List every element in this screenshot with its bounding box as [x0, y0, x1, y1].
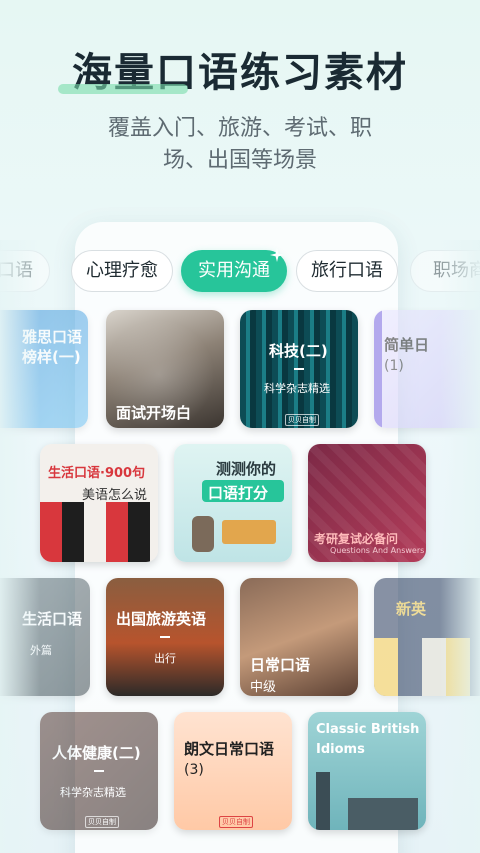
- microphone-icon: [192, 516, 214, 552]
- card-test-your-speaking[interactable]: 测测你的 口语打分: [174, 444, 292, 562]
- material-grid: 雅思口语 榜样(一) 面试开场白 科技(二) 科学杂志精选 贝贝自制 简单日 (…: [0, 0, 480, 853]
- card-interview-opening[interactable]: 面试开场白: [106, 310, 224, 428]
- tower-bridge-icon: [348, 798, 418, 830]
- big-ben-icon: [316, 772, 330, 830]
- card-life-speaking[interactable]: 生活口语 外篇: [0, 578, 90, 696]
- books-icon: [222, 520, 276, 544]
- card-longman-daily-speaking[interactable]: 朗文日常口语 (3) 贝贝自制: [174, 712, 292, 830]
- card-ielts-speaking[interactable]: 雅思口语 榜样(一): [0, 310, 88, 428]
- card-daily-speaking[interactable]: 日常口语 中级: [240, 578, 358, 696]
- card-postgrad-interview[interactable]: 考研复试必备问 Questions And Answers: [308, 444, 426, 562]
- card-daily-speaking-900[interactable]: 生活口语·900句 美语怎么说: [40, 444, 158, 562]
- card-technology-2[interactable]: 科技(二) 科学杂志精选 贝贝自制: [240, 310, 358, 428]
- card-human-health-2[interactable]: 人体健康(二) 科学杂志精选 贝贝自制: [40, 712, 158, 830]
- card-travel-abroad-english[interactable]: 出国旅游英语 出行: [106, 578, 224, 696]
- card-classic-british-idioms[interactable]: Classic British Idioms: [308, 712, 426, 830]
- card-simple-daily[interactable]: 简单日 (1): [374, 310, 480, 428]
- card-new-english[interactable]: 新英: [374, 578, 480, 696]
